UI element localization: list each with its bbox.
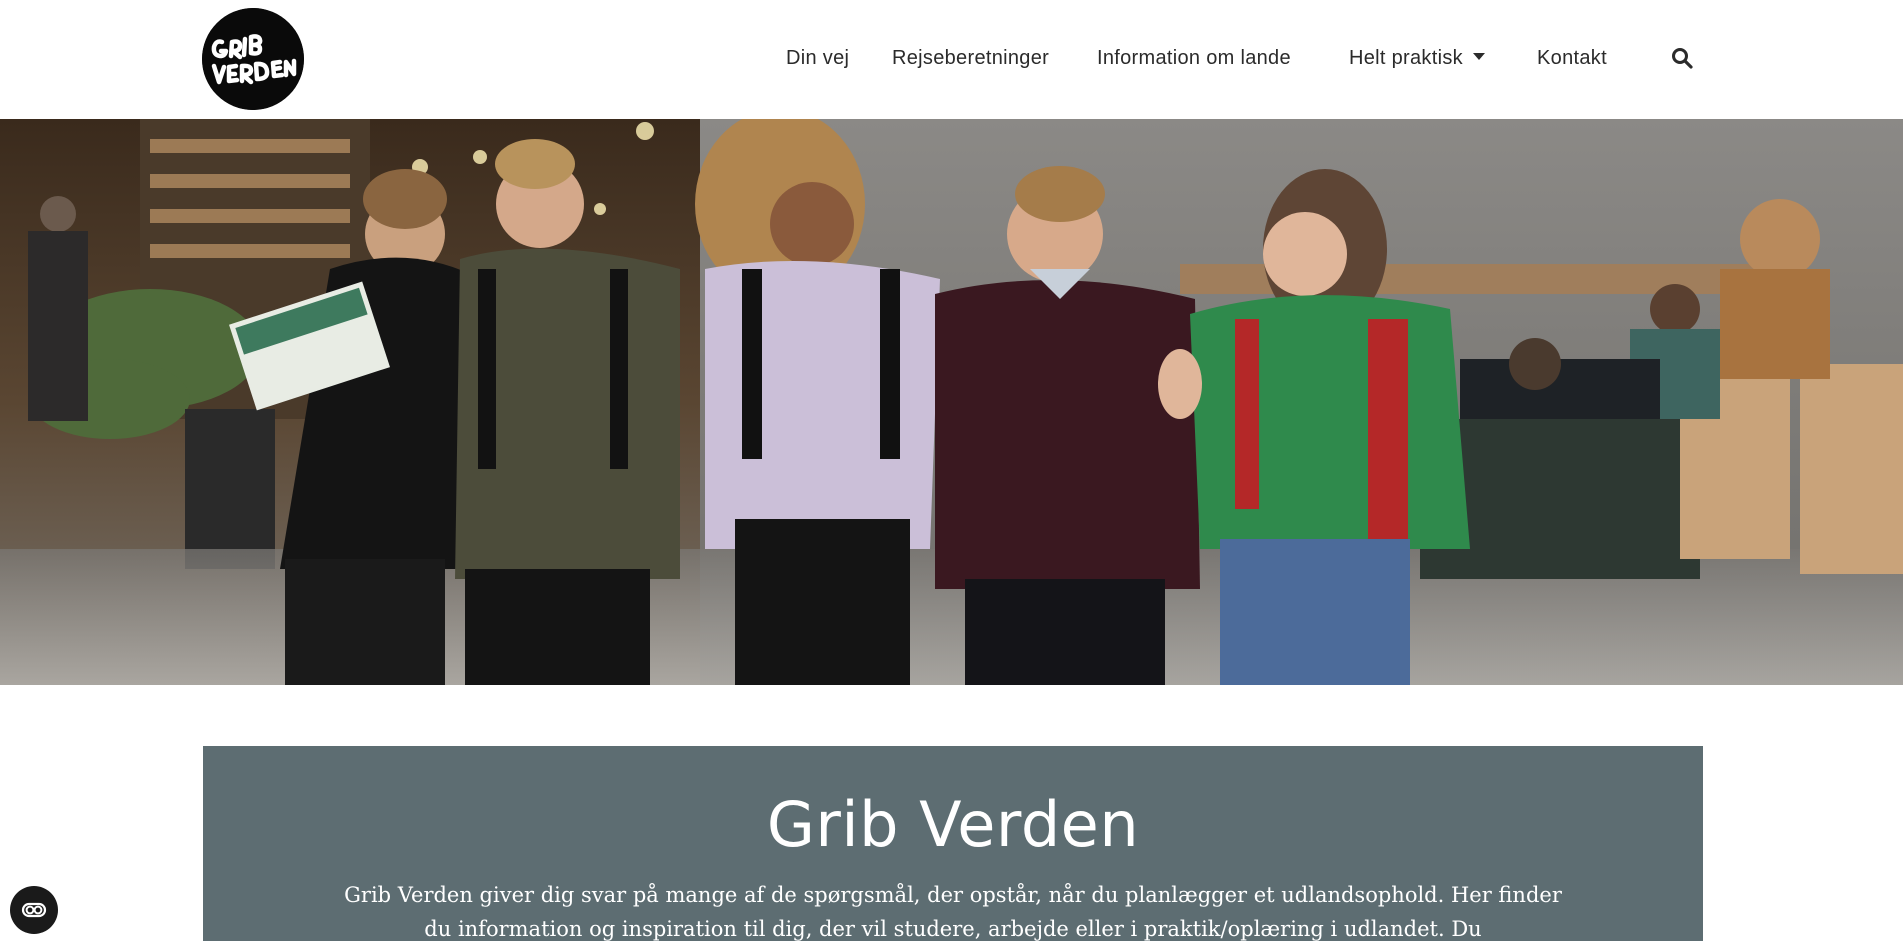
search-icon[interactable] bbox=[1670, 46, 1694, 70]
logo-mark bbox=[202, 8, 304, 110]
nav-rejseberetninger[interactable]: Rejseberetninger bbox=[892, 47, 1049, 70]
intro-section: Grib Verden Grib Verden giver dig svar p… bbox=[203, 746, 1703, 941]
site-header: Din vej Rejseberetninger Information om … bbox=[0, 0, 1903, 119]
nav-din-vej[interactable]: Din vej bbox=[786, 47, 849, 70]
nav-kontakt[interactable]: Kontakt bbox=[1537, 47, 1607, 70]
accessibility-toggle-button[interactable] bbox=[10, 886, 58, 934]
nav-helt-praktisk[interactable]: Helt praktisk bbox=[1349, 47, 1485, 70]
nav-helt-praktisk-label: Helt praktisk bbox=[1349, 47, 1463, 69]
nav-information-om-lande[interactable]: Information om lande bbox=[1097, 47, 1291, 70]
accessibility-toggle-icon bbox=[21, 902, 47, 918]
grib-verden-logo[interactable] bbox=[202, 8, 304, 110]
intro-title: Grib Verden bbox=[766, 788, 1140, 861]
hero-photo bbox=[0, 119, 1903, 685]
intro-text: Grib Verden giver dig svar på mange af d… bbox=[344, 883, 1562, 941]
chevron-down-icon bbox=[1472, 53, 1485, 61]
